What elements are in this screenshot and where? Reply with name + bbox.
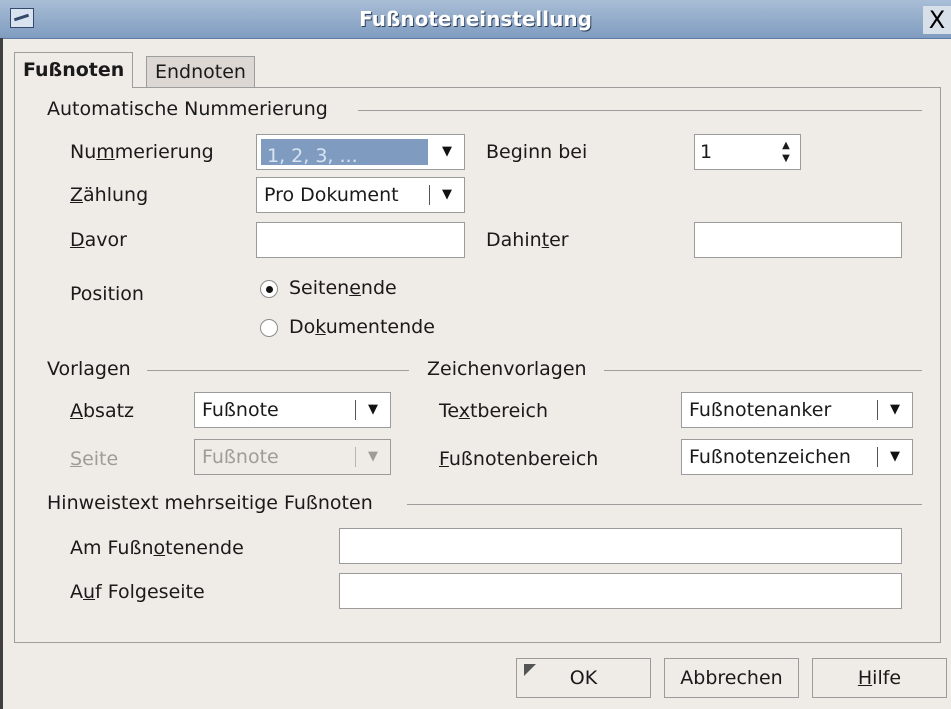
position-label: Position	[70, 283, 144, 305]
chevron-down-icon: ▼	[442, 144, 452, 159]
radio-page-end[interactable]	[260, 280, 278, 298]
page-style-value: Fußnote	[202, 446, 279, 468]
dialog-title: Fußnoteneinstellung	[359, 7, 592, 31]
window-border	[0, 38, 3, 709]
spin-arrows-icon[interactable]: ▲ ▼	[778, 139, 794, 165]
counting-label: Zählung	[70, 184, 149, 206]
paragraph-label: Absatz	[70, 400, 135, 422]
numbering-label: Nummerierung	[70, 141, 214, 163]
after-input[interactable]	[694, 222, 902, 258]
title-bar: Fußnoteneinstellung X	[0, 0, 951, 39]
section-char-templates-heading: Zeichenvorlagen	[427, 358, 587, 380]
end-of-footnote-label: Am Fußnotenende	[70, 537, 244, 559]
paragraph-style-select[interactable]: Fußnote ▼	[194, 392, 391, 428]
numbering-selection: 1, 2, 3, ...	[261, 139, 428, 167]
counting-select[interactable]: Pro Dokument ▼	[256, 177, 465, 213]
section-auto-numbering-heading: Automatische Nummerierung	[47, 98, 328, 120]
chevron-down-icon: ▼	[890, 402, 900, 417]
page-style-select: Fußnote ▼	[194, 439, 391, 475]
default-button-marker-icon	[524, 664, 536, 676]
section-divider	[358, 110, 922, 111]
start-value: 1	[700, 141, 713, 163]
chevron-down-icon: ▼	[368, 449, 378, 464]
select-separator	[355, 447, 356, 467]
after-label: Dahinter	[486, 229, 569, 251]
page-label: Seite	[70, 448, 119, 470]
radio-document-end[interactable]	[260, 319, 278, 337]
select-separator	[877, 447, 878, 467]
section-continuation-heading: Hinweistext mehrseitige Fußnoten	[47, 492, 373, 514]
section-divider	[407, 504, 922, 505]
select-separator	[877, 400, 878, 420]
tab-endnoten[interactable]: Endnoten	[146, 56, 255, 88]
text-area-value: Fußnotenanker	[689, 399, 832, 421]
start-at-spinbox[interactable]: 1 ▲ ▼	[694, 134, 801, 170]
numbering-select[interactable]: 1, 2, 3, ... ▼	[256, 134, 465, 170]
tab-fussnoten[interactable]: Fußnoten	[14, 52, 134, 88]
cancel-button[interactable]: Abbrechen	[664, 658, 799, 698]
help-button[interactable]: Hilfe	[812, 658, 947, 698]
select-separator	[429, 185, 430, 205]
section-templates-heading: Vorlagen	[47, 358, 131, 380]
counting-value: Pro Dokument	[264, 184, 399, 206]
chevron-down-icon: ▼	[368, 402, 378, 417]
before-label: Davor	[70, 229, 127, 251]
radio-document-end-label[interactable]: Dokumentende	[289, 316, 435, 338]
next-page-input[interactable]	[339, 573, 902, 609]
section-divider	[147, 370, 409, 371]
paragraph-style-value: Fußnote	[202, 399, 279, 421]
footnote-area-label: Fußnotenbereich	[439, 448, 599, 470]
chevron-down-icon: ▼	[442, 187, 452, 202]
ok-label: OK	[569, 667, 598, 689]
end-of-footnote-input[interactable]	[339, 528, 902, 564]
section-divider	[604, 370, 922, 371]
radio-selected-dot	[266, 286, 273, 293]
chevron-down-icon: ▼	[890, 449, 900, 464]
next-page-label: Auf Folgeseite	[70, 581, 205, 603]
before-input[interactable]	[256, 222, 465, 258]
ok-button[interactable]: OK	[516, 658, 651, 698]
text-area-select[interactable]: Fußnotenanker ▼	[681, 392, 913, 428]
select-separator	[355, 400, 356, 420]
footnote-area-select[interactable]: Fußnotenzeichen ▼	[681, 439, 913, 475]
start-label: Beginn bei	[486, 141, 588, 163]
text-area-label: Textbereich	[439, 400, 549, 422]
footnote-area-value: Fußnotenzeichen	[689, 446, 851, 468]
radio-page-end-label[interactable]: Seitenende	[289, 277, 397, 299]
close-button[interactable]: X	[923, 6, 951, 34]
